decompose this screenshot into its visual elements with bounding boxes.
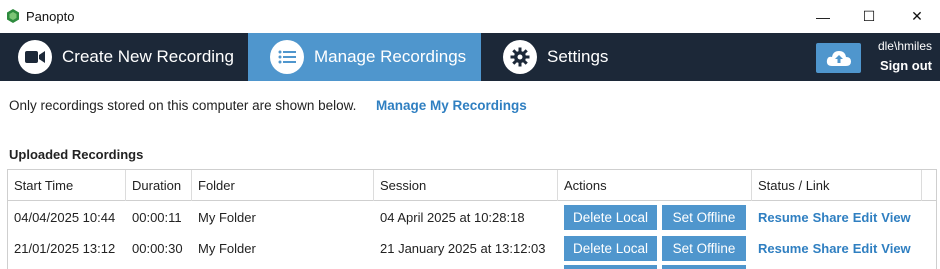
tab-label: Settings	[547, 47, 609, 66]
maximize-icon: ☐	[862, 8, 876, 24]
cell-session: 21 January 2025 at 13:12:03	[380, 241, 546, 256]
status-links: Resume Share Edit View	[758, 233, 915, 264]
user-name: dle\hmiles	[877, 39, 932, 53]
column-header-duration[interactable]: Duration	[126, 170, 192, 201]
manage-my-recordings-link[interactable]: Manage My Recordings	[376, 98, 527, 113]
list-icon	[270, 40, 304, 74]
cell-duration: 00:00:11	[132, 210, 182, 225]
recordings-table: Start Time Duration Folder Session Actio…	[7, 169, 937, 269]
app-title: Panopto	[26, 9, 75, 24]
tab-label: Create New Recording	[62, 47, 234, 66]
title-bar: Panopto — ☐ ✕	[0, 0, 940, 33]
tab-create-new-recording[interactable]: Create New Recording	[18, 33, 234, 81]
set-offline-button-partial[interactable]	[662, 265, 746, 269]
column-header-start-time[interactable]: Start Time	[8, 170, 126, 201]
close-button[interactable]: ✕	[894, 0, 940, 33]
gear-icon	[503, 40, 537, 74]
status-links: Resume Share Edit View	[758, 202, 915, 233]
set-offline-button[interactable]: Set Offline	[662, 236, 746, 261]
column-header-session[interactable]: Session	[374, 170, 558, 201]
cell-session: 04 April 2025 at 10:28:18	[380, 210, 525, 225]
cell-duration: 00:00:30	[132, 241, 183, 256]
minimize-button[interactable]: —	[800, 0, 846, 33]
column-header-actions: Actions	[558, 170, 752, 201]
edit-link[interactable]: Edit	[853, 241, 878, 256]
section-title: Uploaded Recordings	[9, 147, 144, 162]
set-offline-button[interactable]: Set Offline	[662, 205, 746, 230]
cloud-upload-icon	[826, 51, 851, 66]
nav-bar: Create New Recording Manage Recordings S…	[0, 33, 940, 81]
maximize-button[interactable]: ☐	[846, 0, 892, 33]
edit-link[interactable]: Edit	[853, 210, 878, 225]
table-row: 21/01/2025 13:12 00:00:30 My Folder 21 J…	[8, 233, 936, 264]
storage-notice: Only recordings stored on this computer …	[9, 98, 357, 113]
tab-manage-recordings[interactable]: Manage Recordings	[248, 33, 481, 81]
column-header-folder[interactable]: Folder	[192, 170, 374, 201]
cell-start-time: 21/01/2025 13:12	[14, 241, 116, 256]
share-link[interactable]: Share	[813, 241, 849, 256]
delete-local-button[interactable]: Delete Local	[564, 205, 657, 230]
share-link[interactable]: Share	[813, 210, 849, 225]
view-link[interactable]: View	[881, 241, 910, 256]
table-header: Start Time Duration Folder Session Actio…	[8, 170, 936, 201]
cell-folder: My Folder	[198, 241, 256, 256]
cell-folder: My Folder	[198, 210, 256, 225]
video-camera-icon	[18, 40, 52, 74]
upload-button[interactable]	[816, 43, 861, 73]
delete-local-button-partial[interactable]	[564, 265, 657, 269]
column-header-status-link: Status / Link	[752, 170, 922, 201]
view-link[interactable]: View	[881, 210, 910, 225]
resume-link[interactable]: Resume	[758, 241, 809, 256]
sign-out-link[interactable]: Sign out	[880, 58, 932, 73]
close-icon: ✕	[911, 8, 923, 24]
resume-link[interactable]: Resume	[758, 210, 809, 225]
tab-settings[interactable]: Settings	[503, 33, 608, 81]
minimize-icon: —	[816, 8, 830, 25]
tab-label: Manage Recordings	[314, 47, 467, 66]
delete-local-button[interactable]: Delete Local	[564, 236, 657, 261]
cell-start-time: 04/04/2025 10:44	[14, 210, 116, 225]
panopto-logo-icon	[7, 9, 19, 23]
table-row: 04/04/2025 10:44 00:00:11 My Folder 04 A…	[8, 202, 936, 233]
